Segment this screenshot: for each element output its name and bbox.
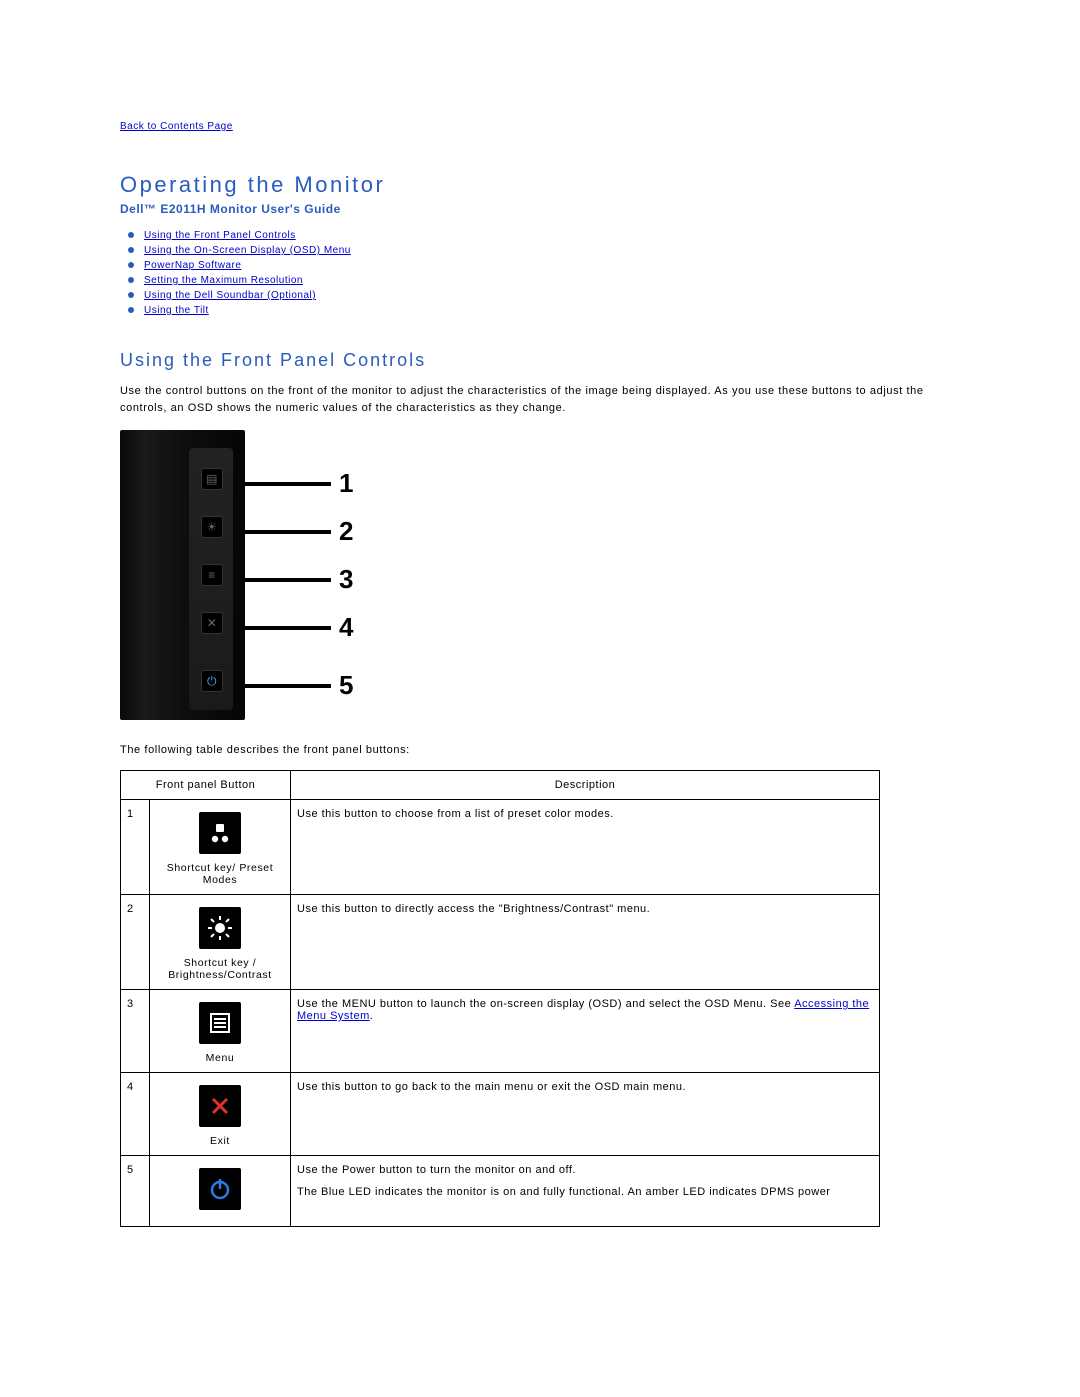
row-num: 4 [121, 1073, 150, 1156]
table-row: 4 Exit Use this button to go back to the… [121, 1073, 880, 1156]
label-4: 4 [339, 612, 354, 643]
toc-link-max-resolution[interactable]: Setting the Maximum Resolution [144, 275, 303, 286]
menu-icon [199, 1002, 241, 1044]
panel-button-4: ✕ [201, 612, 223, 634]
preset-modes-icon [199, 812, 241, 854]
bullet-icon [128, 292, 134, 298]
leader-line [245, 626, 331, 630]
brightness-icon: ☀ [206, 521, 217, 533]
exit-icon: ✕ [207, 617, 218, 629]
table-intro: The following table describes the front … [120, 744, 960, 756]
bullet-icon [128, 262, 134, 268]
power-icon: ⏻ [207, 675, 217, 687]
back-to-contents-link[interactable]: Back to Contents Page [120, 121, 233, 132]
menu-icon: ≡ [208, 569, 216, 581]
panel-button-3: ≡ [201, 564, 223, 586]
row-num: 3 [121, 990, 150, 1073]
table-row: 1 Shortcut key/ Preset Modes Use this bu… [121, 800, 880, 895]
panel-button-2: ☀ [201, 516, 223, 538]
label-3: 3 [339, 564, 354, 595]
toc-link-powernap[interactable]: PowerNap Software [144, 260, 241, 271]
bullet-icon [128, 277, 134, 283]
page-subtitle: Dell™ E2011H Monitor User's Guide [120, 202, 960, 216]
front-panel-table: Front panel Button Description 1 Shortcu… [120, 770, 880, 1227]
monitor-panel: ▤ ☀ ≡ ✕ ⏻ [120, 430, 245, 720]
row-num: 2 [121, 895, 150, 990]
row-desc: Use the Power button to turn the monitor… [291, 1156, 880, 1227]
row-desc: Use the MENU button to launch the on-scr… [291, 990, 880, 1073]
brightness-contrast-icon [199, 907, 241, 949]
toc-link-osd-menu[interactable]: Using the On-Screen Display (OSD) Menu [144, 245, 351, 256]
toc-link-tilt[interactable]: Using the Tilt [144, 305, 209, 316]
desc-line-2: The Blue LED indicates the monitor is on… [297, 1186, 873, 1198]
table-row: 2 Shortcut key / Brightness/Contrast Use… [121, 895, 880, 990]
bullet-icon [128, 232, 134, 238]
preset-icon: ▤ [206, 473, 218, 485]
bullet-icon [128, 307, 134, 313]
row-num: 5 [121, 1156, 150, 1227]
th-description: Description [291, 771, 880, 800]
table-row: 3 Menu Use the MENU button to launch the… [121, 990, 880, 1073]
toc-link-soundbar[interactable]: Using the Dell Soundbar (Optional) [144, 290, 316, 301]
power-icon [199, 1168, 241, 1210]
leader-line [245, 578, 331, 582]
row-desc: Use this button to directly access the "… [291, 895, 880, 990]
page-title: Operating the Monitor [120, 172, 960, 198]
row-label: Menu [156, 1052, 284, 1064]
row-desc: Use this button to go back to the main m… [291, 1073, 880, 1156]
row-desc: Use this button to choose from a list of… [291, 800, 880, 895]
row-label: Shortcut key / Brightness/Contrast [156, 957, 284, 981]
front-panel-diagram: ▤ ☀ ≡ ✕ ⏻ 1 2 3 4 5 [120, 430, 960, 720]
toc-link-front-panel[interactable]: Using the Front Panel Controls [144, 230, 296, 241]
panel-button-5: ⏻ [201, 670, 223, 692]
leader-line [245, 482, 331, 486]
leader-line [245, 684, 331, 688]
row-label: Shortcut key/ Preset Modes [156, 862, 284, 886]
exit-icon [199, 1085, 241, 1127]
th-button: Front panel Button [121, 771, 291, 800]
desc-post: . [370, 1010, 374, 1022]
desc-line-1: Use the Power button to turn the monitor… [297, 1164, 873, 1176]
section-heading: Using the Front Panel Controls [120, 350, 960, 371]
desc-pre: Use the MENU button to launch the on-scr… [297, 998, 794, 1010]
row-num: 1 [121, 800, 150, 895]
label-2: 2 [339, 516, 354, 547]
label-5: 5 [339, 670, 354, 701]
row-label: Exit [156, 1135, 284, 1147]
panel-button-1: ▤ [201, 468, 223, 490]
leader-line [245, 530, 331, 534]
label-1: 1 [339, 468, 354, 499]
table-row: 5 Use the Power button to turn the monit… [121, 1156, 880, 1227]
section-intro: Use the control buttons on the front of … [120, 383, 960, 416]
toc-list: Using the Front Panel Controls Using the… [120, 230, 960, 316]
bullet-icon [128, 247, 134, 253]
